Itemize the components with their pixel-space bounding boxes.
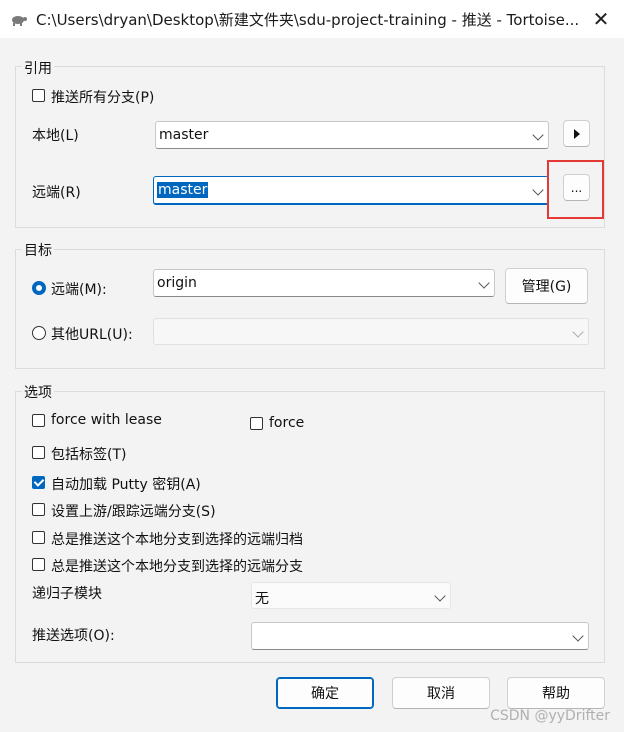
always-branch-checkbox[interactable] [32,558,45,571]
watermark: CSDN @yyDrifter [490,708,610,724]
cancel-button[interactable]: 取消 [392,677,490,709]
manage-button[interactable]: 管理(G) [505,268,588,304]
help-button[interactable]: 帮助 [507,677,605,709]
set-upstream-checkbox[interactable] [32,503,45,516]
chevron-down-icon [478,277,490,289]
force-label[interactable]: force [269,415,304,431]
tortoise-icon [12,16,27,26]
always-archive-checkbox[interactable] [32,531,45,544]
local-branch-value: master [159,127,209,143]
title-bar: C:\Users\dryan\Desktop\新建文件夹\sdu-project… [0,0,624,38]
remote-branch-combo[interactable]: master [153,176,549,205]
always-archive-label[interactable]: 总是推送这个本地分支到选择的远端归档 [51,529,303,549]
play-arrow-icon [573,128,580,139]
remote-combo[interactable]: origin [153,269,495,297]
autoload-putty-checkbox[interactable] [32,476,45,489]
remote-radio-label[interactable]: 远端(M): [51,279,107,299]
always-branch-label[interactable]: 总是推送这个本地分支到选择的远端分支 [51,556,303,576]
push-all-checkbox[interactable] [32,89,45,102]
other-url-label[interactable]: 其他URL(U): [51,324,133,344]
force-checkbox[interactable] [250,417,263,430]
autoload-putty-label[interactable]: 自动加载 Putty 密钥(A) [51,474,201,494]
chevron-down-icon [434,590,446,602]
destination-legend: 目标 [22,240,54,260]
include-tags-checkbox[interactable] [32,446,45,459]
other-url-radio[interactable] [32,326,46,340]
local-label: 本地(L) [32,128,79,144]
force-with-lease-checkbox[interactable] [32,414,45,427]
highlight-annotation [547,160,604,219]
push-options-label: 推送选项(O): [32,628,115,644]
window-title: C:\Users\dryan\Desktop\新建文件夹\sdu-project… [36,11,580,29]
include-tags-label[interactable]: 包括标签(T) [51,444,126,464]
chevron-down-icon [572,630,584,642]
push-all-label[interactable]: 推送所有分支(P) [51,87,154,107]
options-legend: 选项 [22,382,54,402]
ok-button[interactable]: 确定 [276,677,374,709]
remote-radio[interactable] [32,281,46,295]
other-url-combo[interactable] [153,318,589,345]
force-with-lease-label[interactable]: force with lease [51,412,162,428]
push-options-combo[interactable] [251,622,589,650]
set-upstream-label[interactable]: 设置上游/跟踪远端分支(S) [51,501,216,521]
recurse-submodules-combo[interactable]: 无 [251,582,451,609]
local-browse-button[interactable] [563,120,590,147]
close-icon[interactable]: ✕ [578,0,624,38]
chevron-down-icon [532,129,544,141]
chevron-down-icon [532,184,544,196]
remote-branch-value: master [157,182,209,198]
destination-group [15,249,605,369]
push-dialog: C:\Users\dryan\Desktop\新建文件夹\sdu-project… [0,0,624,732]
refs-legend: 引用 [22,58,54,78]
chevron-down-icon [572,326,584,338]
local-branch-combo[interactable]: master [155,121,549,149]
recurse-submodules-value: 无 [255,591,269,607]
remote-value: origin [157,275,197,291]
recurse-submodules-label: 递归子模块 [32,586,102,602]
remote-branch-label: 远端(R) [32,185,81,201]
